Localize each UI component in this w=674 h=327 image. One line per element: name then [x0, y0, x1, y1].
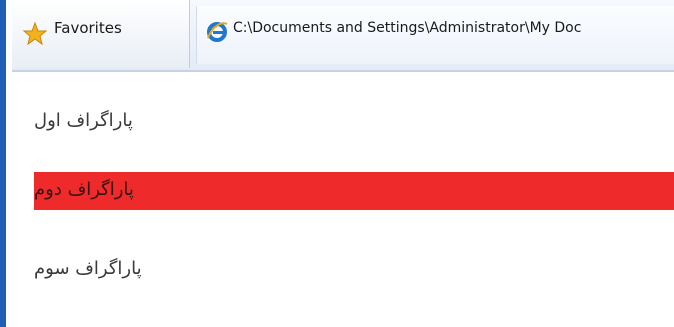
star-icon	[22, 21, 48, 47]
tab-current-document[interactable]: C:\Documents and Settings\Administrator\…	[196, 6, 674, 64]
browser-window: Favorites C:\Documents and Settings\Admi…	[0, 0, 674, 327]
paragraph-second-highlighted: پاراگراف دوم	[34, 172, 674, 210]
paragraph-third: پاراگراف سوم	[34, 258, 142, 279]
tab-title: C:\Documents and Settings\Administrator\…	[233, 20, 582, 36]
favorites-toolbar: Favorites C:\Documents and Settings\Admi…	[12, 0, 674, 72]
paragraph-second-text: پاراگراف دوم	[34, 179, 134, 200]
paragraph-first: پاراگراف اول	[34, 110, 133, 131]
favorites-button[interactable]: Favorites	[12, 0, 190, 68]
favorites-label: Favorites	[54, 19, 122, 37]
page-content: پاراگراف اول پاراگراف دوم پاراگراف سوم	[12, 72, 674, 327]
ie-icon	[205, 20, 229, 44]
